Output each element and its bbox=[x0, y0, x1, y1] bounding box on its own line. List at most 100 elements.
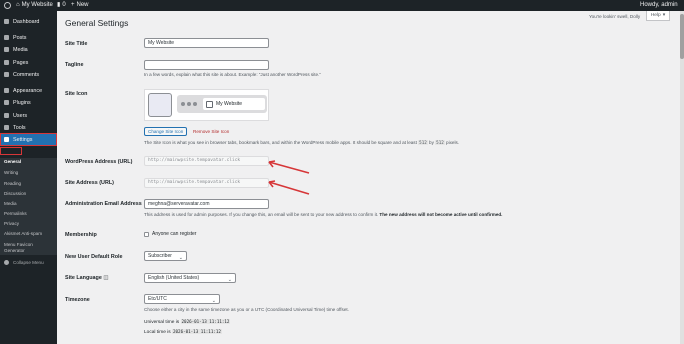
sidebar-item-label: Posts bbox=[13, 34, 27, 41]
home-icon-site-link[interactable]: ⌂ My Website bbox=[16, 0, 53, 11]
comments-count: 0 bbox=[62, 2, 66, 8]
sidebar-item-label: Pages bbox=[13, 59, 29, 66]
site-icon-size-width: 512 bbox=[418, 140, 428, 145]
submenu-item-discussion[interactable]: Discussion bbox=[4, 191, 26, 196]
wrench-icon bbox=[4, 125, 9, 130]
site-name-link[interactable]: My Website bbox=[22, 0, 53, 11]
remove-site-icon-link[interactable]: Remove Site Icon bbox=[193, 129, 229, 134]
scrollbar-thumb[interactable] bbox=[680, 14, 684, 59]
local-time-label: Local time is bbox=[144, 330, 171, 335]
sidebar-item-posts[interactable]: Posts bbox=[0, 32, 57, 43]
submenu-item-akismet[interactable]: Akismet Anti-spam bbox=[4, 231, 42, 236]
site-icon-app-preview bbox=[148, 93, 172, 117]
submenu-item-permalinks[interactable]: Permalinks bbox=[4, 211, 27, 216]
submenu-item-media[interactable]: Media bbox=[4, 201, 17, 206]
annotation-highlight-general bbox=[0, 147, 22, 155]
default-role-select[interactable]: Subscriber ⌄ bbox=[144, 251, 187, 261]
plus-icon: + bbox=[71, 2, 75, 8]
collapse-menu-button[interactable]: Collapse Menu bbox=[0, 257, 57, 267]
timezone-select[interactable]: Etc/UTC ⌄ bbox=[144, 294, 220, 304]
sidebar-item-label: Media bbox=[13, 46, 28, 53]
site-icon-desc-text: The Site Icon is what you see in browser… bbox=[144, 140, 417, 145]
home-icon: ⌂ bbox=[16, 2, 20, 8]
sidebar-item-appearance[interactable]: Appearance bbox=[0, 85, 57, 96]
dashboard-icon bbox=[4, 19, 9, 24]
site-language-value: English (United States) bbox=[148, 275, 200, 281]
chevron-down-icon: ⌄ bbox=[178, 255, 183, 261]
annotation-arrow-wordpress-address bbox=[268, 160, 310, 174]
site-icon-desc-by: by bbox=[429, 140, 434, 145]
users-icon bbox=[4, 113, 9, 118]
site-language-label-text: Site Language bbox=[65, 275, 102, 281]
wordpress-logo-icon[interactable] bbox=[4, 2, 11, 9]
wordpress-address-label: WordPress Address (URL) bbox=[65, 159, 133, 165]
chevron-down-icon: ⌄ bbox=[227, 277, 232, 283]
admin-email-input[interactable]: meghna@serveravatar.com bbox=[144, 199, 269, 209]
anyone-can-register-label[interactable]: Anyone can register bbox=[152, 231, 196, 237]
main-content: General Settings You're lookin' swell, D… bbox=[57, 11, 684, 344]
sidebar-item-label: Plugins bbox=[13, 99, 31, 106]
submenu-item-menu-favicon[interactable]: Menu Favicon bbox=[4, 242, 33, 247]
submenu-item-general[interactable]: General bbox=[4, 159, 21, 164]
admin-bar: ⌂ My Website ▮ 0 + New Howdy, admin bbox=[0, 0, 684, 11]
tagline-description: In a few words, explain what this site i… bbox=[144, 72, 321, 77]
comments-link[interactable]: ▮ 0 bbox=[57, 0, 66, 11]
sidebar-item-plugins[interactable]: Plugins bbox=[0, 97, 57, 108]
new-label: New bbox=[76, 2, 89, 8]
sidebar-item-users[interactable]: Users bbox=[0, 110, 57, 121]
window-dots-icon bbox=[181, 102, 197, 106]
submenu-item-writing[interactable]: Writing bbox=[4, 170, 18, 175]
chevron-down-icon: ⌄ bbox=[211, 298, 216, 304]
plugin-icon bbox=[4, 100, 9, 105]
change-site-icon-button[interactable]: Change Site Icon bbox=[144, 127, 188, 136]
site-address-input[interactable]: http://mainwpsite.tempavatar.click bbox=[144, 178, 269, 188]
admin-email-desc-bold: The new address will not become active u… bbox=[379, 212, 503, 217]
timezone-value: Etc/UTC bbox=[148, 296, 167, 302]
sidebar-item-comments[interactable]: Comments bbox=[0, 69, 57, 80]
comment-icon bbox=[4, 72, 9, 77]
sidebar-item-media[interactable]: Media bbox=[0, 44, 57, 55]
tagline-input[interactable] bbox=[144, 60, 269, 70]
user-account-link[interactable]: Howdy, admin bbox=[640, 0, 678, 11]
site-title-input[interactable]: My Website bbox=[144, 38, 269, 48]
admin-sidebar: Dashboard Posts Media Pages Comments App… bbox=[0, 11, 57, 344]
site-address-label: Site Address (URL) bbox=[65, 180, 114, 186]
favicon-icon bbox=[206, 100, 213, 108]
browser-tab-title: My Website bbox=[216, 101, 243, 107]
wordpress-address-input[interactable]: http://mainwpsite.tempavatar.click bbox=[144, 156, 269, 166]
admin-email-description: This address is used for admin purposes.… bbox=[144, 212, 502, 217]
site-language-select[interactable]: English (United States) ⌄ bbox=[144, 273, 236, 283]
browser-tab-preview: My Website bbox=[177, 95, 267, 113]
universal-time-value: 2026-01-13 11:11:12 bbox=[180, 319, 231, 324]
collapse-menu-label: Collapse Menu bbox=[13, 259, 44, 265]
new-content-link[interactable]: + New bbox=[71, 0, 89, 11]
submenu-item-privacy[interactable]: Privacy bbox=[4, 221, 19, 226]
brush-icon bbox=[4, 88, 9, 93]
universal-time-label: Universal time is bbox=[144, 320, 180, 325]
media-icon bbox=[4, 47, 9, 52]
hello-dolly-message: You're lookin' swell, Dolly bbox=[589, 14, 641, 19]
tagline-label: Tagline bbox=[65, 62, 84, 68]
site-icon-preview: My Website bbox=[144, 89, 269, 121]
page-title: General Settings bbox=[65, 18, 129, 28]
site-icon-size-height: 512 bbox=[435, 140, 445, 145]
membership-label: Membership bbox=[65, 232, 97, 238]
site-icon-label: Site Icon bbox=[65, 91, 88, 97]
sidebar-item-label: Users bbox=[13, 112, 28, 119]
annotation-arrow-site-address bbox=[268, 180, 310, 195]
caret-down-icon: ▾ bbox=[662, 13, 666, 18]
admin-email-desc-text: This address is used for admin purposes.… bbox=[144, 212, 379, 217]
anyone-can-register-checkbox[interactable] bbox=[144, 232, 149, 237]
sidebar-item-label: Tools bbox=[13, 124, 26, 131]
submenu-item-generator[interactable]: Generator bbox=[4, 248, 25, 253]
site-icon-description: The Site Icon is what you see in browser… bbox=[144, 140, 459, 145]
sidebar-item-tools[interactable]: Tools bbox=[0, 122, 57, 133]
sidebar-item-label: Dashboard bbox=[13, 18, 40, 25]
submenu-item-reading[interactable]: Reading bbox=[4, 181, 21, 186]
help-tab-button[interactable]: Help ▾ bbox=[646, 11, 670, 21]
sidebar-item-dashboard[interactable]: Dashboard bbox=[0, 16, 57, 27]
page-scrollbar[interactable] bbox=[680, 11, 684, 344]
site-title-label: Site Title bbox=[65, 41, 88, 47]
comment-bubble-icon: ▮ bbox=[57, 2, 61, 8]
sidebar-item-pages[interactable]: Pages bbox=[0, 57, 57, 68]
